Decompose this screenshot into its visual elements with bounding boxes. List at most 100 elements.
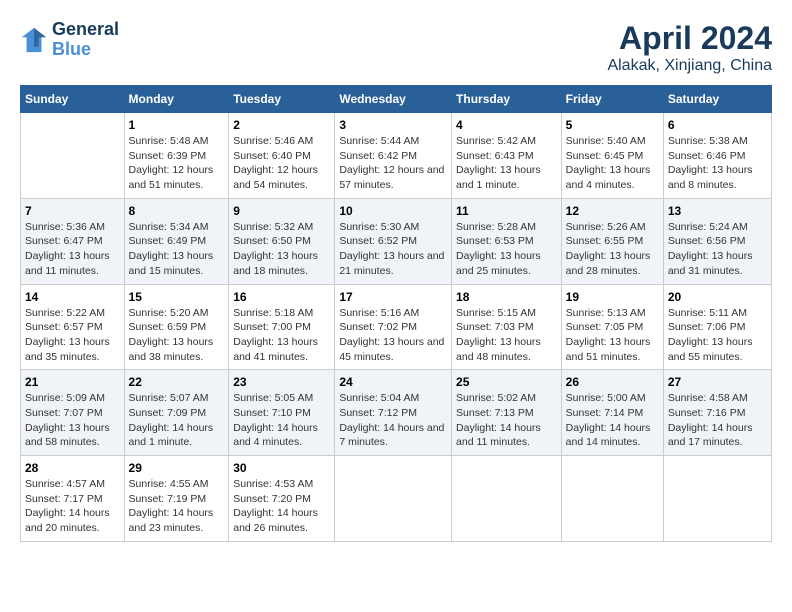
calendar-cell: 4 Sunrise: 5:42 AMSunset: 6:43 PMDaylight… — [452, 113, 562, 199]
calendar-header: SundayMondayTuesdayWednesdayThursdayFrid… — [21, 86, 772, 113]
day-number: 19 — [566, 290, 659, 304]
day-number: 14 — [25, 290, 120, 304]
day-number: 24 — [339, 375, 447, 389]
calendar-week-row: 14 Sunrise: 5:22 AMSunset: 6:57 PMDayligh… — [21, 284, 772, 370]
day-number: 6 — [668, 118, 767, 132]
calendar-cell: 9 Sunrise: 5:32 AMSunset: 6:50 PMDaylight… — [229, 198, 335, 284]
day-info: Sunrise: 5:22 AMSunset: 6:57 PMDaylight:… — [25, 306, 120, 365]
calendar-cell: 23 Sunrise: 5:05 AMSunset: 7:10 PMDayligh… — [229, 370, 335, 456]
day-info: Sunrise: 5:48 AMSunset: 6:39 PMDaylight:… — [129, 134, 225, 193]
calendar-cell: 29 Sunrise: 4:55 AMSunset: 7:19 PMDayligh… — [124, 456, 229, 542]
day-info: Sunrise: 5:42 AMSunset: 6:43 PMDaylight:… — [456, 134, 557, 193]
calendar-cell: 14 Sunrise: 5:22 AMSunset: 6:57 PMDayligh… — [21, 284, 125, 370]
calendar-week-row: 21 Sunrise: 5:09 AMSunset: 7:07 PMDayligh… — [21, 370, 772, 456]
day-info: Sunrise: 5:24 AMSunset: 6:56 PMDaylight:… — [668, 220, 767, 279]
day-info: Sunrise: 5:13 AMSunset: 7:05 PMDaylight:… — [566, 306, 659, 365]
day-number: 23 — [233, 375, 330, 389]
calendar-cell — [561, 456, 663, 542]
day-number: 25 — [456, 375, 557, 389]
day-number: 15 — [129, 290, 225, 304]
calendar-cell: 16 Sunrise: 5:18 AMSunset: 7:00 PMDayligh… — [229, 284, 335, 370]
day-info: Sunrise: 5:40 AMSunset: 6:45 PMDaylight:… — [566, 134, 659, 193]
calendar-cell: 20Sunrise: 5:11 AMSunset: 7:06 PMDayligh… — [663, 284, 771, 370]
day-info: Sunrise: 5:44 AMSunset: 6:42 PMDaylight:… — [339, 134, 447, 193]
calendar-body: 1Sunrise: 5:48 AMSunset: 6:39 PMDaylight… — [21, 113, 772, 542]
calendar-cell — [663, 456, 771, 542]
day-number: 28 — [25, 461, 120, 475]
day-info: Sunrise: 5:07 AMSunset: 7:09 PMDaylight:… — [129, 391, 225, 450]
day-info: Sunrise: 5:30 AMSunset: 6:52 PMDaylight:… — [339, 220, 447, 279]
day-info: Sunrise: 5:02 AMSunset: 7:13 PMDaylight:… — [456, 391, 557, 450]
day-number: 29 — [129, 461, 225, 475]
calendar-cell: 30 Sunrise: 4:53 AMSunset: 7:20 PMDayligh… — [229, 456, 335, 542]
calendar-title: April 2024 — [607, 20, 772, 57]
calendar-cell: 28 Sunrise: 4:57 AMSunset: 7:17 PMDayligh… — [21, 456, 125, 542]
day-number: 9 — [233, 204, 330, 218]
calendar-cell: 19 Sunrise: 5:13 AMSunset: 7:05 PMDayligh… — [561, 284, 663, 370]
calendar-cell: 18Sunrise: 5:15 AMSunset: 7:03 PMDayligh… — [452, 284, 562, 370]
calendar-cell: 10Sunrise: 5:30 AMSunset: 6:52 PMDayligh… — [335, 198, 452, 284]
weekday-row: SundayMondayTuesdayWednesdayThursdayFrid… — [21, 86, 772, 113]
weekday-header-sunday: Sunday — [21, 86, 125, 113]
day-number: 20 — [668, 290, 767, 304]
day-number: 4 — [456, 118, 557, 132]
calendar-cell: 7 Sunrise: 5:36 AMSunset: 6:47 PMDaylight… — [21, 198, 125, 284]
day-info: Sunrise: 5:34 AMSunset: 6:49 PMDaylight:… — [129, 220, 225, 279]
page-header: General Blue April 2024 Alakak, Xinjiang… — [20, 20, 772, 75]
calendar-cell: 27Sunrise: 4:58 AMSunset: 7:16 PMDayligh… — [663, 370, 771, 456]
day-info: Sunrise: 4:55 AMSunset: 7:19 PMDaylight:… — [129, 477, 225, 536]
calendar-cell: 3Sunrise: 5:44 AMSunset: 6:42 PMDaylight… — [335, 113, 452, 199]
day-number: 16 — [233, 290, 330, 304]
calendar-cell: 11 Sunrise: 5:28 AMSunset: 6:53 PMDayligh… — [452, 198, 562, 284]
day-number: 18 — [456, 290, 557, 304]
calendar-cell: 8 Sunrise: 5:34 AMSunset: 6:49 PMDaylight… — [124, 198, 229, 284]
calendar-cell: 5Sunrise: 5:40 AMSunset: 6:45 PMDaylight… — [561, 113, 663, 199]
day-number: 12 — [566, 204, 659, 218]
calendar-cell — [452, 456, 562, 542]
calendar-cell — [21, 113, 125, 199]
calendar-week-row: 7 Sunrise: 5:36 AMSunset: 6:47 PMDaylight… — [21, 198, 772, 284]
day-info: Sunrise: 5:04 AMSunset: 7:12 PMDaylight:… — [339, 391, 447, 450]
calendar-cell: 21 Sunrise: 5:09 AMSunset: 7:07 PMDayligh… — [21, 370, 125, 456]
day-number: 8 — [129, 204, 225, 218]
day-info: Sunrise: 5:28 AMSunset: 6:53 PMDaylight:… — [456, 220, 557, 279]
day-number: 26 — [566, 375, 659, 389]
calendar-subtitle: Alakak, Xinjiang, China — [607, 57, 772, 75]
day-info: Sunrise: 5:32 AMSunset: 6:50 PMDaylight:… — [233, 220, 330, 279]
day-info: Sunrise: 5:05 AMSunset: 7:10 PMDaylight:… — [233, 391, 330, 450]
day-info: Sunrise: 5:00 AMSunset: 7:14 PMDaylight:… — [566, 391, 659, 450]
day-info: Sunrise: 5:36 AMSunset: 6:47 PMDaylight:… — [25, 220, 120, 279]
day-number: 21 — [25, 375, 120, 389]
day-info: Sunrise: 4:57 AMSunset: 7:17 PMDaylight:… — [25, 477, 120, 536]
calendar-cell: 17 Sunrise: 5:16 AMSunset: 7:02 PMDayligh… — [335, 284, 452, 370]
calendar-cell: 25 Sunrise: 5:02 AMSunset: 7:13 PMDayligh… — [452, 370, 562, 456]
day-number: 17 — [339, 290, 447, 304]
day-info: Sunrise: 5:18 AMSunset: 7:00 PMDaylight:… — [233, 306, 330, 365]
calendar-cell: 15 Sunrise: 5:20 AMSunset: 6:59 PMDayligh… — [124, 284, 229, 370]
calendar-table: SundayMondayTuesdayWednesdayThursdayFrid… — [20, 85, 772, 542]
day-number: 22 — [129, 375, 225, 389]
day-info: Sunrise: 4:53 AMSunset: 7:20 PMDaylight:… — [233, 477, 330, 536]
title-block: April 2024 Alakak, Xinjiang, China — [607, 20, 772, 75]
day-info: Sunrise: 5:46 AMSunset: 6:40 PMDaylight:… — [233, 134, 330, 193]
logo: General Blue — [20, 20, 119, 60]
weekday-header-friday: Friday — [561, 86, 663, 113]
weekday-header-tuesday: Tuesday — [229, 86, 335, 113]
weekday-header-monday: Monday — [124, 86, 229, 113]
day-number: 30 — [233, 461, 330, 475]
day-number: 11 — [456, 204, 557, 218]
calendar-week-row: 1Sunrise: 5:48 AMSunset: 6:39 PMDaylight… — [21, 113, 772, 199]
day-info: Sunrise: 5:16 AMSunset: 7:02 PMDaylight:… — [339, 306, 447, 365]
day-info: Sunrise: 5:38 AMSunset: 6:46 PMDaylight:… — [668, 134, 767, 193]
calendar-week-row: 28 Sunrise: 4:57 AMSunset: 7:17 PMDayligh… — [21, 456, 772, 542]
calendar-cell — [335, 456, 452, 542]
day-number: 13 — [668, 204, 767, 218]
day-info: Sunrise: 5:09 AMSunset: 7:07 PMDaylight:… — [25, 391, 120, 450]
day-info: Sunrise: 5:26 AMSunset: 6:55 PMDaylight:… — [566, 220, 659, 279]
calendar-cell: 24 Sunrise: 5:04 AMSunset: 7:12 PMDayligh… — [335, 370, 452, 456]
calendar-cell: 22 Sunrise: 5:07 AMSunset: 7:09 PMDayligh… — [124, 370, 229, 456]
weekday-header-saturday: Saturday — [663, 86, 771, 113]
calendar-cell: 2Sunrise: 5:46 AMSunset: 6:40 PMDaylight… — [229, 113, 335, 199]
day-info: Sunrise: 5:20 AMSunset: 6:59 PMDaylight:… — [129, 306, 225, 365]
day-number: 7 — [25, 204, 120, 218]
